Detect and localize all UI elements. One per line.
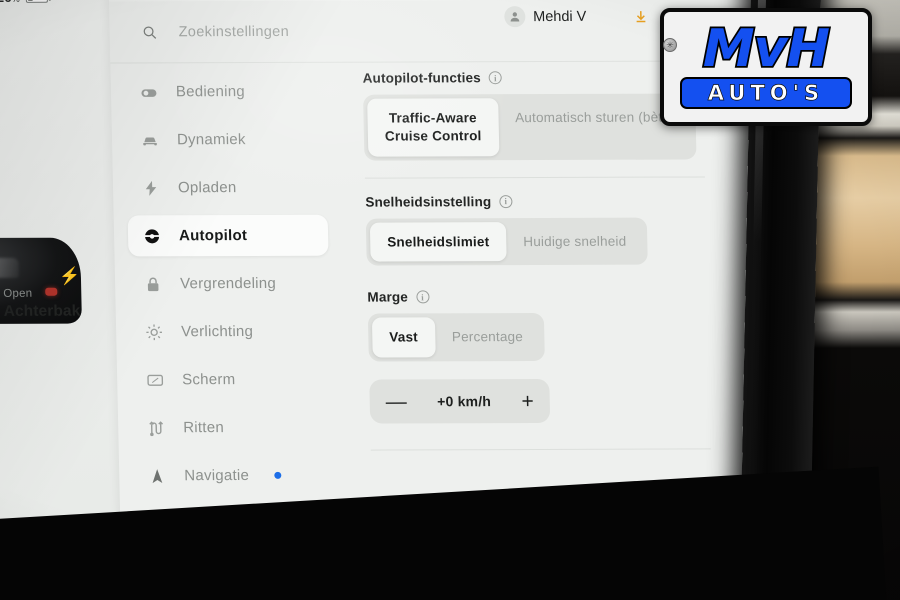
sidebar-item-scherm[interactable]: Scherm	[131, 359, 332, 401]
toggle-icon	[139, 83, 158, 101]
group-marge: Marge i Vast Percentage — +0 km/h +	[367, 289, 750, 424]
sidebar-item-ritten[interactable]: Ritten	[132, 407, 333, 449]
dealer-watermark: ✳ MvH AUTO'S	[660, 8, 872, 126]
group-title-text: Autopilot-functies	[362, 70, 482, 86]
sidebar-item-navigatie[interactable]: Navigatie	[133, 455, 334, 497]
sidebar-item-vergrendeling[interactable]: Vergrendeling	[129, 263, 330, 305]
stepper-increment-button[interactable]: +	[521, 390, 534, 413]
lock-icon	[143, 275, 162, 293]
segment-option[interactable]: Percentage	[434, 317, 540, 357]
sidebar-item-label: Autopilot	[178, 227, 248, 245]
sidebar-item-verlichting[interactable]: Verlichting	[130, 311, 331, 353]
segment-option[interactable]: Traffic-Aware Cruise Control	[367, 98, 499, 157]
search-placeholder: Zoekinstellingen	[178, 23, 290, 40]
toolbar-profile[interactable]: Mehdi V	[503, 6, 587, 28]
stepper-value: +0 km/h	[436, 393, 492, 410]
open-caption: Open	[3, 287, 33, 300]
divider	[364, 176, 705, 179]
sidebar-item-label: Verlichting	[180, 322, 254, 341]
avatar	[503, 6, 526, 28]
steering-wheel-icon	[142, 227, 161, 245]
sidebar-item-label: Dynamiek	[176, 131, 246, 149]
segment-option[interactable]: Vast	[371, 317, 436, 358]
sidebar-item-autopilot[interactable]: Autopilot	[127, 214, 329, 257]
group-title-text: Snelheidsinstelling	[365, 193, 492, 210]
info-icon[interactable]: i	[499, 194, 513, 208]
car-icon	[140, 131, 159, 149]
segment-option[interactable]: Snelheidslimiet	[369, 221, 507, 263]
sidebar-item-opladen[interactable]: Opladen	[127, 167, 328, 209]
group-title-text: Marge	[367, 289, 409, 306]
segment-option[interactable]: Huidige snelheid	[506, 221, 644, 261]
navigation-arrow-icon	[147, 467, 166, 485]
battery-icon	[25, 0, 49, 3]
segmented-control: Vast Percentage	[367, 313, 545, 362]
sidebar-item-bediening[interactable]: Bediening	[124, 71, 325, 113]
bolt-icon	[141, 179, 160, 197]
vehicle-status-column: 26% ⚡ Open Achterbak	[0, 0, 124, 600]
trunk-open-label[interactable]: Open Achterbak	[3, 287, 114, 320]
battery-indicator: 26%	[0, 0, 49, 5]
screw-icon: ✳	[663, 38, 677, 52]
sidebar-item-label: Vergrendeling	[179, 274, 277, 293]
segmented-control: Snelheidslimiet Huidige snelheid	[365, 217, 648, 267]
group-title: Snelheidsinstelling i	[365, 193, 745, 209]
download-icon[interactable]	[620, 8, 660, 24]
car-highlight	[0, 257, 19, 279]
margin-stepper: — +0 km/h +	[369, 379, 551, 424]
info-icon[interactable]: i	[488, 71, 503, 85]
photo-scene: 26% ⚡ Open Achterbak	[0, 0, 900, 600]
group-snelheidsinstelling: Snelheidsinstelling i Snelheidslimiet Hu…	[365, 193, 747, 267]
sidebar-item-dynamiek[interactable]: Dynamiek	[126, 119, 327, 161]
sidebar-item-label: Ritten	[183, 419, 225, 437]
road-icon	[146, 419, 165, 437]
sun-icon	[144, 323, 163, 341]
sidebar-item-label: Bediening	[175, 83, 246, 101]
lightning-bolt-icon: ⚡	[58, 266, 81, 286]
search-icon	[141, 24, 157, 40]
display-icon	[145, 371, 164, 389]
sidebar-item-label: Scherm	[182, 371, 236, 389]
sidebar-badge-dot	[274, 471, 282, 479]
sidebar-item-label: Navigatie	[184, 466, 250, 485]
watermark-subtitle: AUTO'S	[679, 77, 853, 110]
sidebar-item-label: Opladen	[177, 179, 237, 197]
stepper-decrement-button[interactable]: —	[385, 390, 407, 413]
toolbar-profile-name: Mehdi V	[532, 8, 587, 25]
info-icon[interactable]: i	[415, 290, 430, 304]
group-title: Marge i	[367, 289, 747, 305]
open-target: Achterbak	[3, 302, 81, 320]
watermark-brand: MvH	[701, 18, 832, 79]
segmented-control: Traffic-Aware Cruise Control Automatisch…	[363, 93, 697, 161]
battery-percent: 26%	[0, 0, 20, 5]
